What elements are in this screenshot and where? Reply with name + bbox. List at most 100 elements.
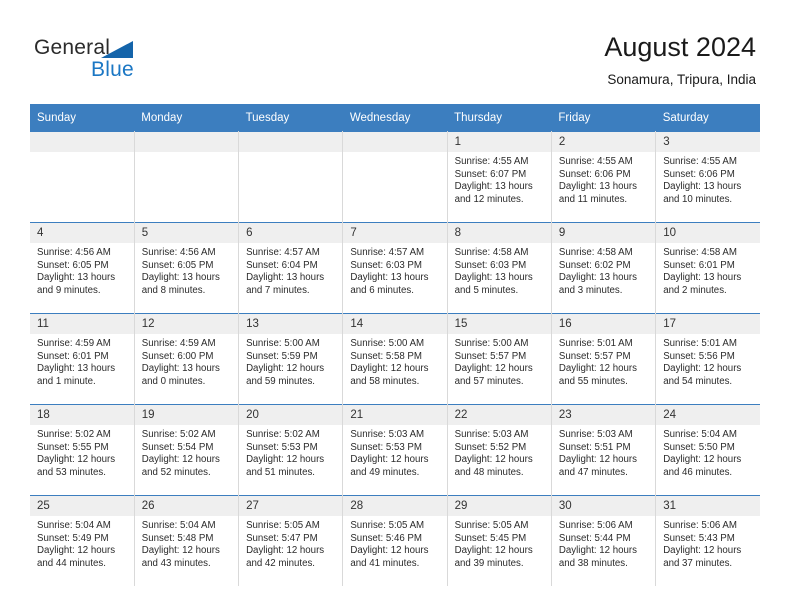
daylight-text-line1: Daylight: 12 hours — [246, 454, 325, 466]
day-cell[interactable]: 15 Sunrise: 5:00 AM Sunset: 5:57 PM Dayl… — [447, 313, 552, 405]
sunset-text: Sunset: 6:06 PM — [558, 168, 631, 180]
day-number: 5 — [134, 223, 239, 243]
day-cell[interactable]: 28 Sunrise: 5:05 AM Sunset: 5:46 PM Dayl… — [342, 495, 448, 586]
generalblue-logo[interactable]: General Blue — [34, 36, 174, 86]
day-number: 13 — [239, 314, 343, 334]
daylight-text-line2: and 3 minutes. — [558, 284, 623, 296]
day-details: Sunrise: 5:04 AM Sunset: 5:49 PM Dayligh… — [30, 516, 134, 570]
day-cell[interactable]: 19 Sunrise: 5:02 AM Sunset: 5:54 PM Dayl… — [134, 404, 240, 496]
calendar-page: General Blue August 2024 Sonamura, Tripu… — [0, 0, 792, 612]
sunrise-text: Sunrise: 5:03 AM — [454, 429, 529, 440]
day-details: Sunrise: 5:00 AM Sunset: 5:57 PM Dayligh… — [448, 334, 551, 388]
day-cell[interactable]: 2 Sunrise: 4:55 AM Sunset: 6:06 PM Dayli… — [551, 131, 657, 223]
logo-text-blue: Blue — [91, 58, 134, 81]
day-details: Sunrise: 4:55 AM Sunset: 6:06 PM Dayligh… — [656, 152, 760, 206]
daylight-text-line1: Daylight: 13 hours — [558, 272, 637, 284]
daylight-text-line1: Daylight: 13 hours — [37, 272, 116, 284]
day-cell[interactable]: 6 Sunrise: 4:57 AM Sunset: 6:04 PM Dayli… — [238, 222, 344, 314]
day-cell[interactable]: 13 Sunrise: 5:00 AM Sunset: 5:59 PM Dayl… — [238, 313, 344, 405]
day-cell[interactable]: 23 Sunrise: 5:03 AM Sunset: 5:51 PM Dayl… — [551, 404, 657, 496]
day-cell[interactable]: 3 Sunrise: 4:55 AM Sunset: 6:06 PM Dayli… — [655, 131, 760, 223]
daylight-text-line2: and 11 minutes. — [558, 193, 628, 205]
weekday-header-thursday: Thursday — [447, 104, 552, 132]
daylight-text-line1: Daylight: 12 hours — [454, 545, 533, 557]
daylight-text-line1: Daylight: 12 hours — [350, 454, 429, 466]
day-number: 26 — [134, 496, 239, 516]
day-cell[interactable]: 24 Sunrise: 5:04 AM Sunset: 5:50 PM Dayl… — [655, 404, 760, 496]
sunset-text: Sunset: 5:55 PM — [37, 441, 109, 453]
day-cell[interactable]: 7 Sunrise: 4:57 AM Sunset: 6:03 PM Dayli… — [342, 222, 448, 314]
sunrise-text: Sunrise: 4:58 AM — [454, 247, 529, 258]
day-cell[interactable]: 16 Sunrise: 5:01 AM Sunset: 5:57 PM Dayl… — [551, 313, 657, 405]
day-cell[interactable]: 8 Sunrise: 4:58 AM Sunset: 6:03 PM Dayli… — [447, 222, 552, 314]
day-cell[interactable]: 17 Sunrise: 5:01 AM Sunset: 5:56 PM Dayl… — [655, 313, 760, 405]
daylight-text-line2: and 46 minutes. — [663, 466, 733, 478]
daylight-text-line1: Daylight: 12 hours — [663, 454, 742, 466]
day-cell[interactable]: 29 Sunrise: 5:05 AM Sunset: 5:45 PM Dayl… — [447, 495, 552, 586]
day-cell[interactable]: 20 Sunrise: 5:02 AM Sunset: 5:53 PM Dayl… — [238, 404, 344, 496]
day-cell[interactable]: 10 Sunrise: 4:58 AM Sunset: 6:01 PM Dayl… — [655, 222, 760, 314]
day-cell[interactable]: 26 Sunrise: 5:04 AM Sunset: 5:48 PM Dayl… — [134, 495, 240, 586]
daylight-text-line2: and 7 minutes. — [246, 284, 310, 296]
day-cell[interactable]: 11 Sunrise: 4:59 AM Sunset: 6:01 PM Dayl… — [30, 313, 135, 405]
day-details: Sunrise: 4:57 AM Sunset: 6:03 PM Dayligh… — [343, 243, 446, 297]
sunset-text: Sunset: 6:01 PM — [37, 350, 109, 362]
sunrise-text: Sunrise: 4:55 AM — [454, 156, 529, 167]
daylight-text-line2: and 48 minutes. — [454, 466, 524, 478]
day-cell[interactable]: 21 Sunrise: 5:03 AM Sunset: 5:53 PM Dayl… — [342, 404, 448, 496]
calendar-header-row: Sunday Monday Tuesday Wednesday Thursday… — [30, 104, 760, 132]
sunrise-text: Sunrise: 4:56 AM — [141, 247, 216, 258]
day-number: 24 — [656, 405, 760, 425]
day-details: Sunrise: 5:03 AM Sunset: 5:53 PM Dayligh… — [343, 425, 446, 479]
sunrise-text: Sunrise: 5:01 AM — [558, 338, 633, 349]
sunset-text: Sunset: 5:51 PM — [558, 441, 631, 453]
sunrise-text: Sunrise: 5:02 AM — [246, 429, 320, 440]
sunrise-text: Sunrise: 5:00 AM — [454, 338, 529, 349]
daylight-text-line2: and 55 minutes. — [558, 375, 628, 387]
day-cell[interactable]: 31 Sunrise: 5:06 AM Sunset: 5:43 PM Dayl… — [655, 495, 760, 586]
day-cell[interactable]: 12 Sunrise: 4:59 AM Sunset: 6:00 PM Dayl… — [134, 313, 240, 405]
day-cell[interactable]: 30 Sunrise: 5:06 AM Sunset: 5:44 PM Dayl… — [551, 495, 657, 586]
sunrise-text: Sunrise: 4:58 AM — [558, 247, 633, 258]
day-number: 2 — [551, 132, 656, 152]
day-number: 10 — [656, 223, 760, 243]
sunrise-text: Sunrise: 4:56 AM — [37, 247, 111, 258]
day-details: Sunrise: 5:03 AM Sunset: 5:51 PM Dayligh… — [552, 425, 655, 479]
daylight-text-line2: and 42 minutes. — [246, 557, 315, 569]
day-cell[interactable]: 25 Sunrise: 5:04 AM Sunset: 5:49 PM Dayl… — [30, 495, 135, 586]
daylight-text-line1: Daylight: 12 hours — [246, 363, 325, 375]
daylight-text-line1: Daylight: 13 hours — [454, 272, 533, 284]
day-cell[interactable]: 14 Sunrise: 5:00 AM Sunset: 5:58 PM Dayl… — [342, 313, 448, 405]
daylight-text-line1: Daylight: 13 hours — [141, 272, 220, 284]
day-cell[interactable]: 18 Sunrise: 5:02 AM Sunset: 5:55 PM Dayl… — [30, 404, 135, 496]
sunset-text: Sunset: 5:53 PM — [246, 441, 318, 453]
day-number: 17 — [656, 314, 760, 334]
daylight-text-line1: Daylight: 12 hours — [558, 363, 637, 375]
day-cell[interactable]: 4 Sunrise: 4:56 AM Sunset: 6:05 PM Dayli… — [30, 222, 135, 314]
sunset-text: Sunset: 5:43 PM — [663, 532, 735, 544]
day-number: 23 — [551, 405, 656, 425]
day-cell[interactable]: 9 Sunrise: 4:58 AM Sunset: 6:02 PM Dayli… — [551, 222, 657, 314]
day-cell[interactable]: 1 Sunrise: 4:55 AM Sunset: 6:07 PM Dayli… — [447, 131, 552, 223]
day-cell[interactable]: 27 Sunrise: 5:05 AM Sunset: 5:47 PM Dayl… — [238, 495, 344, 586]
weekday-header-tuesday: Tuesday — [238, 104, 343, 132]
day-number: 7 — [343, 223, 447, 243]
daylight-text-line1: Daylight: 13 hours — [37, 363, 116, 375]
day-details: Sunrise: 5:02 AM Sunset: 5:55 PM Dayligh… — [30, 425, 134, 479]
sunset-text: Sunset: 5:48 PM — [141, 532, 214, 544]
weekday-header-sunday: Sunday — [30, 104, 135, 132]
sunset-text: Sunset: 6:07 PM — [454, 168, 527, 180]
day-cell[interactable]: 5 Sunrise: 4:56 AM Sunset: 6:05 PM Dayli… — [134, 222, 240, 314]
daylight-text-line1: Daylight: 12 hours — [141, 545, 220, 557]
sunrise-text: Sunrise: 5:01 AM — [663, 338, 737, 349]
day-number: 20 — [239, 405, 343, 425]
sunset-text: Sunset: 5:46 PM — [350, 532, 422, 544]
sunset-text: Sunset: 6:01 PM — [663, 259, 735, 271]
day-details: Sunrise: 5:06 AM Sunset: 5:43 PM Dayligh… — [656, 516, 760, 570]
day-number: 22 — [447, 405, 551, 425]
sunset-text: Sunset: 6:00 PM — [141, 350, 214, 362]
sunrise-text: Sunrise: 4:59 AM — [141, 338, 216, 349]
title-block: August 2024 Sonamura, Tripura, India — [604, 30, 756, 90]
day-cell[interactable]: 22 Sunrise: 5:03 AM Sunset: 5:52 PM Dayl… — [447, 404, 552, 496]
daylight-text-line2: and 38 minutes. — [558, 557, 628, 569]
